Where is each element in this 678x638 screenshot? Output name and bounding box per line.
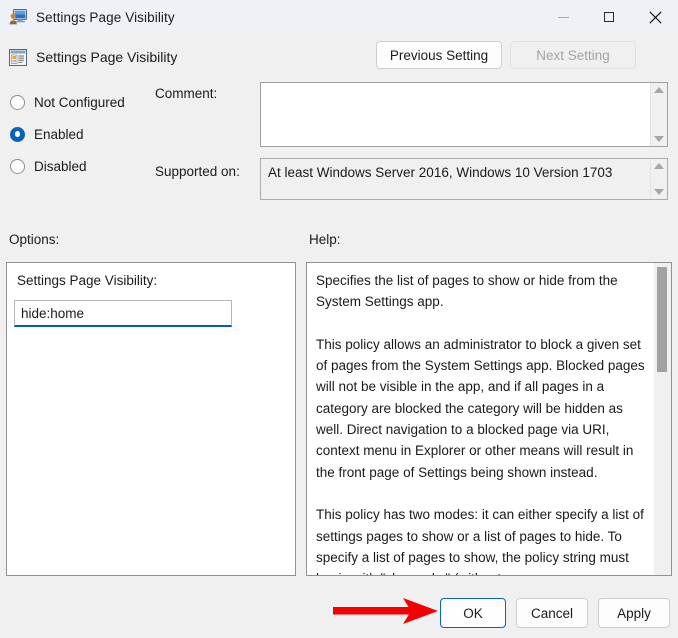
ok-button[interactable]: OK [440,598,506,628]
radio-circle-icon [10,94,25,110]
comment-scrollbar[interactable] [650,83,667,146]
dialog-footer: OK Cancel Apply [0,586,678,638]
scroll-up-icon[interactable] [654,87,664,93]
policy-state-section: Not Configured Enabled Disabled Comment:… [0,80,678,220]
supported-on-scrollbar[interactable] [650,159,667,199]
next-setting-button[interactable]: Next Setting [510,41,636,69]
settings-page-visibility-input[interactable] [14,300,232,327]
help-section-label: Help: [309,232,341,247]
setting-navigation: Previous Setting Next Setting [376,41,636,69]
radio-enabled[interactable]: Enabled [10,118,160,150]
policy-title: Settings Page Visibility [36,49,178,65]
supported-on-label: Supported on: [155,164,240,179]
options-section-label: Options: [9,232,60,247]
policy-header: Settings Page Visibility Previous Settin… [0,34,678,80]
previous-setting-button[interactable]: Previous Setting [376,41,502,69]
title-bar: Settings Page Visibility [0,0,678,34]
scroll-down-icon[interactable] [654,189,664,195]
comment-field[interactable] [260,82,668,147]
supported-on-text: At least Windows Server 2016, Windows 10… [268,165,613,180]
radio-enabled-label: Enabled [34,126,84,142]
policy-setting-icon [9,48,27,66]
radio-disabled-label: Disabled [34,158,87,174]
scroll-up-icon[interactable] [654,163,664,169]
help-panel: Specifies the list of pages to show or h… [306,262,672,576]
radio-disabled[interactable]: Disabled [10,150,160,182]
radio-selected-icon [10,126,25,142]
window-controls [540,0,678,34]
scroll-down-icon[interactable] [654,136,664,142]
radio-not-configured[interactable]: Not Configured [10,86,160,118]
minimize-icon[interactable] [540,0,586,34]
help-scrollbar-thumb[interactable] [657,267,667,372]
comment-label: Comment: [155,86,218,101]
settings-page-visibility-label: Settings Page Visibility: [17,273,158,288]
comment-text[interactable] [261,83,650,146]
policy-state-radio-group: Not Configured Enabled Disabled [10,86,160,182]
cancel-button[interactable]: Cancel [516,598,588,628]
maximize-icon[interactable] [586,0,632,34]
help-scrollbar[interactable] [654,263,671,575]
radio-circle-icon [10,158,25,174]
supported-on-field: At least Windows Server 2016, Windows 10… [260,158,668,200]
apply-button[interactable]: Apply [598,598,670,628]
window-title: Settings Page Visibility [36,9,175,25]
options-panel: Settings Page Visibility: [6,262,296,576]
settings-policy-icon [9,9,27,25]
close-icon[interactable] [632,0,678,34]
help-text: Specifies the list of pages to show or h… [316,273,645,575]
radio-not-configured-label: Not Configured [34,94,125,110]
